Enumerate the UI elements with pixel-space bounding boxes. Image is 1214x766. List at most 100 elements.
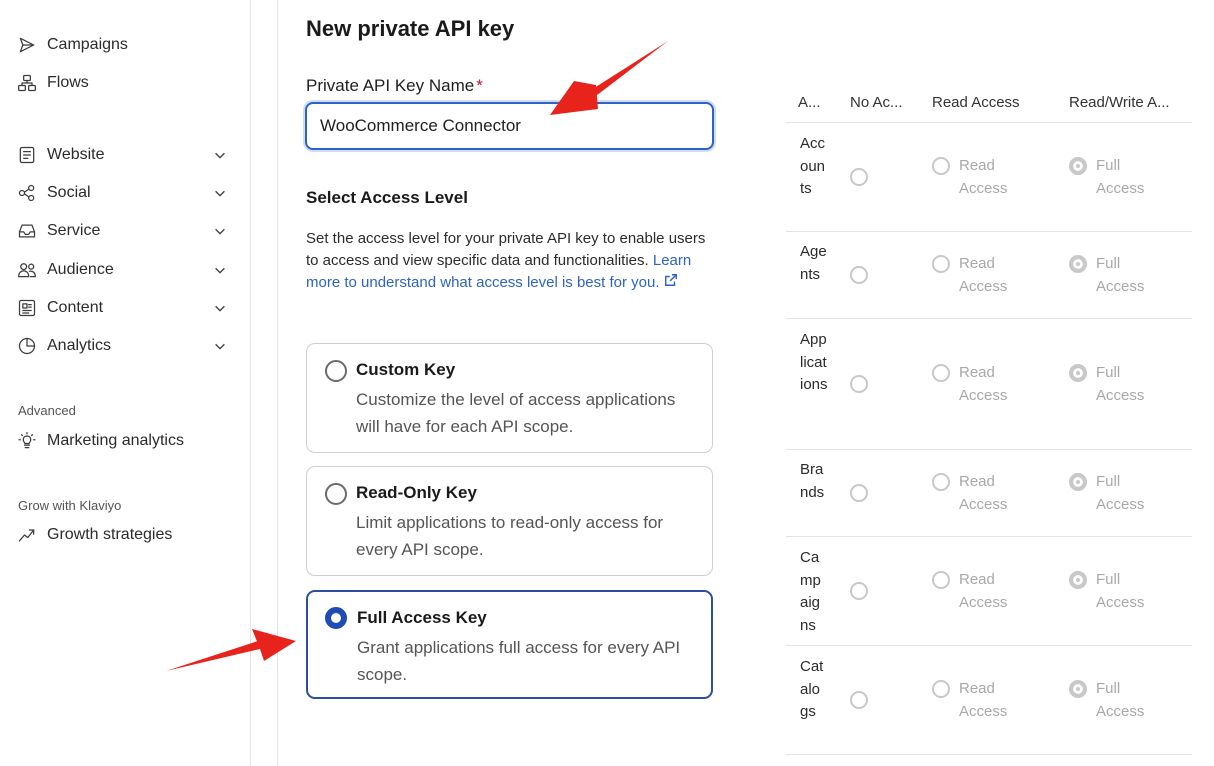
read-access-label: Read Access <box>959 364 1008 404</box>
radio-read-only-key[interactable] <box>325 483 347 505</box>
table-row: Applications Read Access Full Access <box>786 319 1192 450</box>
radio-full-access[interactable] <box>1069 473 1087 491</box>
option-description: Limit applications to read-only access f… <box>356 513 664 559</box>
sidebar-item-label: Growth strategies <box>47 526 173 543</box>
table-header: A... No Ac... Read Access Read/Write A..… <box>786 86 1192 123</box>
users-icon <box>16 259 38 281</box>
radio-full-access-key[interactable] <box>325 607 347 629</box>
access-level-description: Set the access level for your private AP… <box>306 228 716 294</box>
flow-tree-icon <box>16 72 38 94</box>
external-link-icon <box>664 272 678 294</box>
scope-name: Campaigns <box>800 549 821 634</box>
radio-no-access[interactable] <box>850 266 868 284</box>
content-icon <box>16 297 38 319</box>
radio-full-access[interactable] <box>1069 364 1087 382</box>
chevron-down-icon <box>212 262 228 278</box>
full-access-label: Full Access <box>1096 364 1145 404</box>
radio-read-access[interactable] <box>932 571 950 589</box>
scope-name: Brands <box>800 461 825 501</box>
option-custom-key[interactable]: Custom Key Customize the level of access… <box>306 343 713 453</box>
chevron-down-icon <box>212 185 228 201</box>
sidebar-item-content[interactable]: Content <box>16 295 228 321</box>
radio-read-access[interactable] <box>932 255 950 273</box>
radio-no-access[interactable] <box>850 484 868 502</box>
sidebar-item-marketing-analytics[interactable]: Marketing analytics <box>16 428 228 454</box>
key-name-label-text: Private API Key Name <box>306 76 475 95</box>
sidebar-item-label: Marketing analytics <box>47 432 184 449</box>
scope-name: Applications <box>800 331 828 393</box>
option-read-only-key[interactable]: Read-Only Key Limit applications to read… <box>306 466 713 576</box>
paper-plane-icon <box>16 34 38 56</box>
table-row: Accounts Read Access Full Access <box>786 123 1192 232</box>
sidebar-item-label: Content <box>47 299 104 316</box>
sidebar-item-audience[interactable]: Audience <box>16 257 228 283</box>
sidebar-item-social[interactable]: Social <box>16 180 228 206</box>
trend-up-icon <box>16 524 38 546</box>
sidebar-item-analytics[interactable]: Analytics <box>16 333 228 359</box>
radio-no-access[interactable] <box>850 168 868 186</box>
chevron-down-icon <box>212 300 228 316</box>
radio-full-access[interactable] <box>1069 571 1087 589</box>
key-name-input[interactable] <box>305 102 714 150</box>
sidebar-item-label: Flows <box>47 74 89 91</box>
access-level-title: Select Access Level <box>306 188 468 207</box>
read-access-label: Read Access <box>959 157 1008 197</box>
read-access-label: Read Access <box>959 473 1008 513</box>
sidebar-item-label: Service <box>47 222 101 239</box>
radio-full-access[interactable] <box>1069 680 1087 698</box>
radio-no-access[interactable] <box>850 375 868 393</box>
sidebar-item-growth-strategies[interactable]: Growth strategies <box>16 522 228 548</box>
radio-read-access[interactable] <box>932 364 950 382</box>
full-access-label: Full Access <box>1096 157 1145 197</box>
radio-full-access[interactable] <box>1069 157 1087 175</box>
sidebar-item-website[interactable]: Website <box>16 142 228 168</box>
scope-name: Agents <box>800 243 827 283</box>
option-description: Grant applications full access for every… <box>357 638 681 684</box>
chevron-down-icon <box>212 338 228 354</box>
section-label-grow: Grow with Klaviyo <box>18 498 122 513</box>
radio-custom-key[interactable] <box>325 360 347 382</box>
sidebar-item-label: Website <box>47 146 105 163</box>
radio-read-access[interactable] <box>932 157 950 175</box>
share-icon <box>16 182 38 204</box>
full-access-label: Full Access <box>1096 473 1145 513</box>
sidebar-item-flows[interactable]: Flows <box>16 70 228 96</box>
column-header-scope: A... <box>798 94 821 111</box>
option-title: Custom Key <box>356 360 456 379</box>
sidebar-item-label: Audience <box>47 261 114 278</box>
option-title: Full Access Key <box>357 608 487 627</box>
option-full-access-key[interactable]: Full Access Key Grant applications full … <box>306 590 713 699</box>
sidebar-item-label: Campaigns <box>47 36 128 53</box>
sidebar: Campaigns Flows Website Social Service A… <box>0 0 251 766</box>
sidebar-item-label: Analytics <box>47 337 112 354</box>
read-access-label: Read Access <box>959 571 1008 611</box>
scope-name: Accounts <box>800 135 826 197</box>
table-row: Campaigns Read Access Full Access <box>786 537 1192 646</box>
required-mark: * <box>476 76 483 95</box>
full-access-label: Full Access <box>1096 571 1145 611</box>
radio-no-access[interactable] <box>850 691 868 709</box>
panel-gutter <box>251 0 278 766</box>
column-header-read-write: Read/Write A... <box>1069 94 1170 111</box>
option-description: Customize the level of access applicatio… <box>356 390 676 436</box>
key-name-label: Private API Key Name * <box>306 76 483 96</box>
sidebar-item-campaigns[interactable]: Campaigns <box>16 32 228 58</box>
radio-no-access[interactable] <box>850 582 868 600</box>
full-access-label: Full Access <box>1096 680 1145 720</box>
inbox-icon <box>16 220 38 242</box>
table-row: Brands Read Access Full Access <box>786 450 1192 537</box>
section-label-advanced: Advanced <box>18 403 76 418</box>
radio-full-access[interactable] <box>1069 255 1087 273</box>
radio-read-access[interactable] <box>932 473 950 491</box>
sidebar-item-service[interactable]: Service <box>16 218 228 244</box>
scope-name: Catalogs <box>800 658 824 720</box>
column-header-no-access: No Ac... <box>850 94 903 111</box>
lightbulb-icon <box>16 430 38 452</box>
table-row: Agents Read Access Full Access <box>786 232 1192 319</box>
chevron-down-icon <box>212 147 228 163</box>
full-access-label: Full Access <box>1096 255 1145 295</box>
radio-read-access[interactable] <box>932 680 950 698</box>
pie-chart-icon <box>16 335 38 357</box>
access-desc-text: Set the access level for your private AP… <box>306 230 706 269</box>
sidebar-item-label: Social <box>47 184 91 201</box>
